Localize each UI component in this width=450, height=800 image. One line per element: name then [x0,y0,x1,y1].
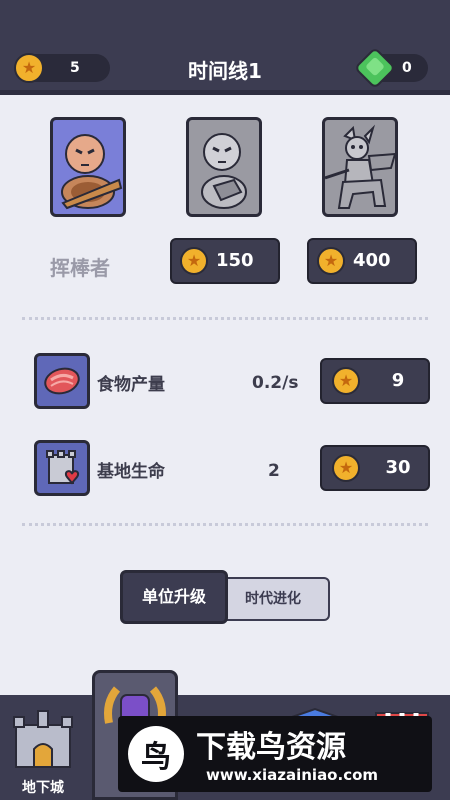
buy-unit-button-stone[interactable]: ★ 150 [170,238,280,284]
base-health-label: 基地生命 [97,462,165,482]
caveman-stone-icon [201,133,247,209]
watermark-url: www.xiazainiao.com [206,766,379,784]
meat-icon [34,353,90,409]
buy-unit-button-skeleton[interactable]: ★ 400 [307,238,417,284]
unit-card-caveman-club[interactable] [50,117,126,217]
price-label: 400 [353,250,391,271]
castle-icon [13,710,73,768]
divider [22,523,428,526]
upgrade-food-button[interactable]: ★ 9 [320,358,430,404]
base-health-value: 2 [268,461,280,481]
bird-logo-icon: 鸟 [128,726,184,782]
coin-icon: ★ [180,247,208,275]
caveman-club-icon [61,134,123,210]
cost-label: 9 [391,370,405,391]
price-label: 150 [216,250,254,271]
unit-card-skeleton-rider[interactable] [322,117,398,217]
coin-icon: ★ [332,454,360,482]
coin-icon: ★ [332,367,360,395]
watermark-banner: 鸟 下载鸟资源 www.xiazainiao.com [118,716,432,792]
food-production-label: 食物产量 [97,375,165,395]
nav-item-dungeon[interactable]: 地下城 [0,705,86,800]
unit-card-caveman-stone[interactable] [186,117,262,217]
gem-counter: 0 [353,46,428,90]
upgrade-panel: 挥棒者 ★ 150 ★ 400 食物产量 0.2/s ★ 9 基地生命 2 ★ … [0,95,450,695]
nav-label: 地下城 [22,780,64,796]
tab-unit-upgrade[interactable]: 单位升级 [120,570,228,624]
gem-count: 0 [402,60,412,76]
skeleton-rider-icon [324,124,397,209]
top-bar: ★ 5 时间线1 0 [0,0,450,95]
cost-label: 30 [385,457,411,478]
selected-unit-name: 挥棒者 [50,256,110,280]
tab-age-evolution[interactable]: 时代进化 [218,577,330,621]
divider [22,317,428,320]
food-production-value: 0.2/s [252,373,299,393]
coin-icon: ★ [317,247,345,275]
castle-heart-icon [34,440,90,496]
watermark-title: 下载鸟资源 [196,730,346,765]
upgrade-base-button[interactable]: ★ 30 [320,445,430,491]
